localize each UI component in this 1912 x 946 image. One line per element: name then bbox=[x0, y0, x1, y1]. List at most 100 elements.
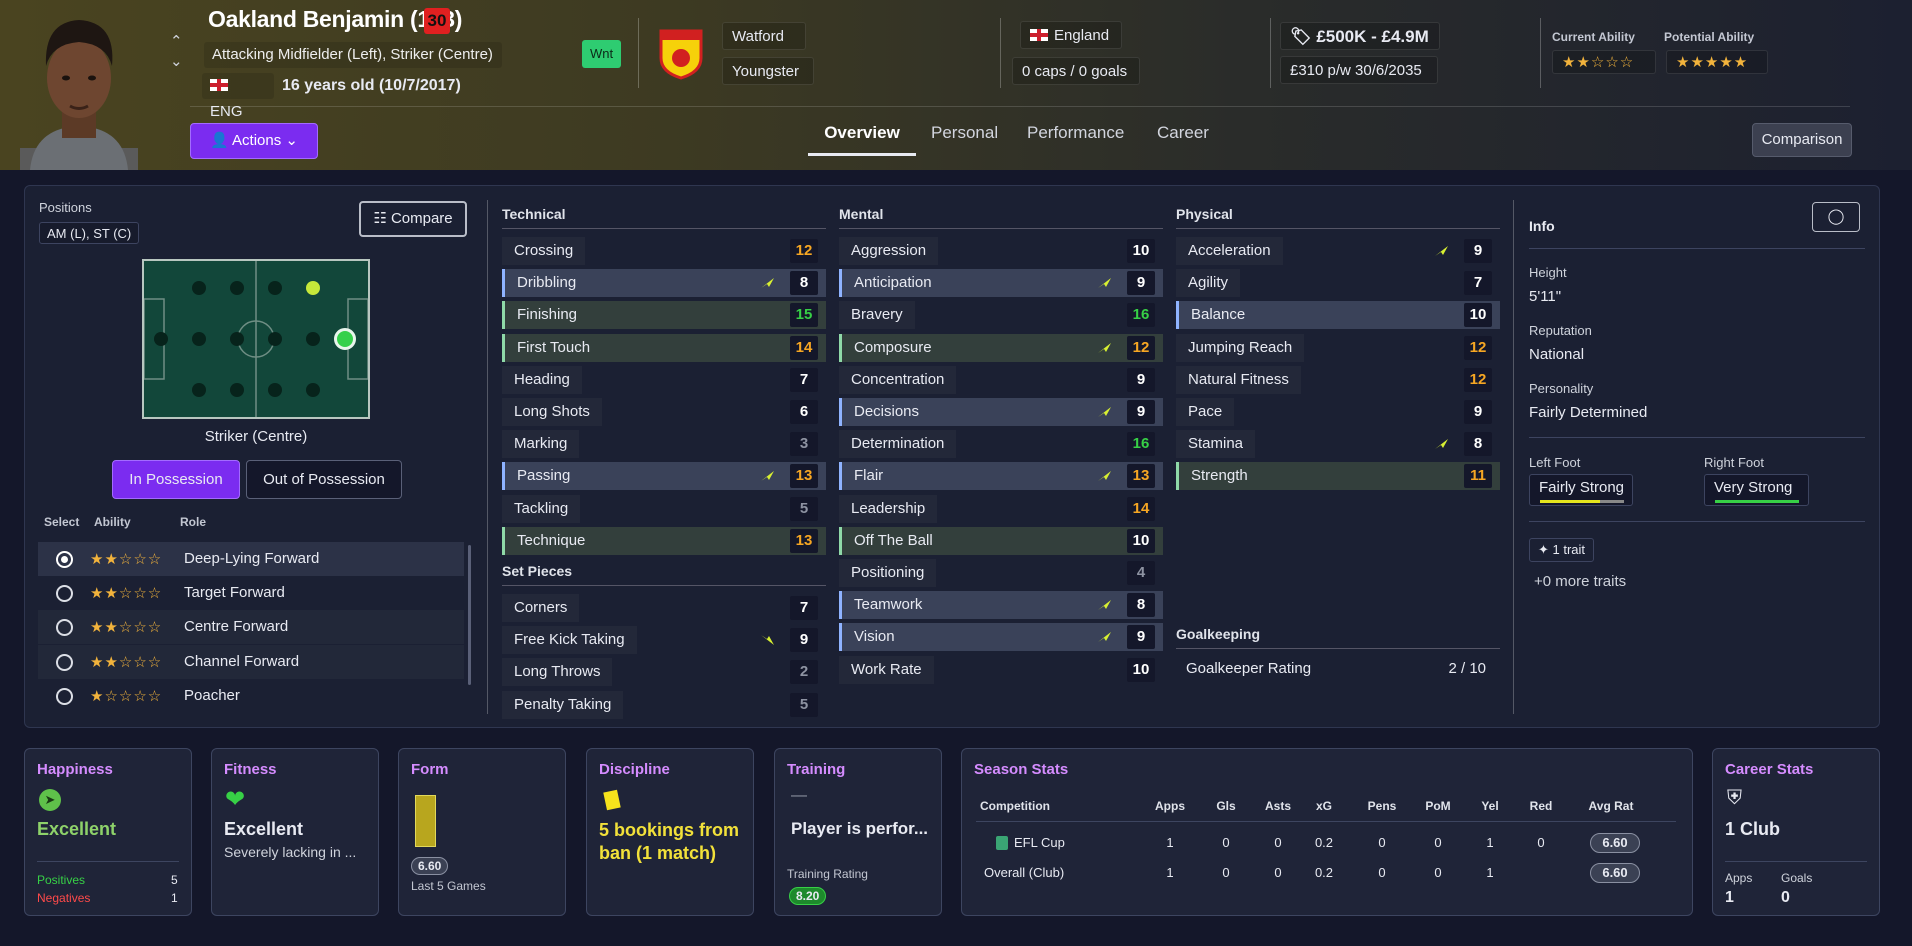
attribute-row[interactable]: Composure 12 bbox=[839, 333, 1163, 362]
position-dot[interactable] bbox=[268, 281, 282, 295]
actions-button[interactable]: 👤 Actions ⌄ bbox=[190, 123, 318, 159]
attribute-row[interactable]: Leadership 14 bbox=[839, 494, 1163, 523]
attribute-row[interactable]: Dribbling 8 bbox=[502, 269, 826, 298]
fitness-card[interactable]: Fitness ❤ Excellent Severely lacking in … bbox=[211, 748, 379, 916]
col-asts: Asts bbox=[1264, 799, 1291, 813]
radio[interactable] bbox=[56, 654, 73, 671]
tab-overview[interactable]: Overview bbox=[808, 120, 916, 156]
tab-performance[interactable]: Performance bbox=[1027, 120, 1124, 156]
attribute-name: Leadership bbox=[839, 494, 938, 523]
position-dot[interactable] bbox=[268, 332, 282, 346]
attribute-row[interactable]: Natural Fitness 12 bbox=[1176, 365, 1500, 394]
career-stats-card[interactable]: Career Stats ⛨ 1 Club Apps 1 Goals 0 bbox=[1712, 748, 1880, 916]
tab-personal[interactable]: Personal bbox=[931, 120, 998, 156]
compare-button[interactable]: ☷ Compare bbox=[359, 201, 467, 237]
wanted-badge[interactable]: Wnt bbox=[582, 40, 622, 68]
attribute-row[interactable]: Pace 9 bbox=[1176, 398, 1500, 426]
season-stats-card[interactable]: Season Stats Competition Apps Gls Asts x… bbox=[961, 748, 1693, 916]
position-dot[interactable] bbox=[192, 281, 206, 295]
transfer-value[interactable]: 🏷 £500K - £4.9M bbox=[1280, 22, 1440, 50]
attribute-row[interactable]: Flair 13 bbox=[839, 462, 1163, 491]
nationality-chip[interactable]: ENG bbox=[202, 73, 274, 120]
club-name[interactable]: Watford bbox=[722, 22, 806, 50]
tab-career[interactable]: Career bbox=[1157, 120, 1209, 156]
attribute-row[interactable]: Crossing 12 bbox=[502, 237, 826, 265]
position-dot[interactable] bbox=[306, 383, 320, 397]
attribute-row[interactable]: Bravery 16 bbox=[839, 301, 1163, 330]
role-row[interactable]: ★★☆☆☆ Target Forward bbox=[38, 576, 464, 610]
attribute-row[interactable]: Jumping Reach 12 bbox=[1176, 333, 1500, 362]
attribute-row[interactable]: Finishing 15 bbox=[502, 301, 826, 330]
attribute-row[interactable]: Agility 7 bbox=[1176, 269, 1500, 298]
attribute-row[interactable]: Marking 3 bbox=[502, 430, 826, 459]
attribute-row[interactable]: Long Shots 6 bbox=[502, 398, 826, 426]
position-dot[interactable] bbox=[192, 383, 206, 397]
attribute-row[interactable]: Passing 13 bbox=[502, 462, 826, 491]
country-chip[interactable]: England bbox=[1020, 21, 1122, 49]
position-dot[interactable] bbox=[230, 332, 244, 346]
attribute-row[interactable]: Anticipation 9 bbox=[839, 269, 1163, 298]
role-row[interactable]: ★★☆☆☆ Channel Forward bbox=[38, 645, 464, 679]
radio[interactable] bbox=[56, 585, 73, 602]
position-dot[interactable] bbox=[154, 332, 168, 346]
attribute-row[interactable]: Long Throws 2 bbox=[502, 658, 826, 687]
attribute-row[interactable]: Vision 9 bbox=[839, 623, 1163, 652]
attribute-row[interactable]: Teamwork 8 bbox=[839, 591, 1163, 620]
role-row[interactable]: ★☆☆☆☆ Poacher bbox=[38, 679, 464, 713]
role-row[interactable]: ★★☆☆☆ Deep-Lying Forward bbox=[38, 542, 464, 576]
position-dot-striker-selected[interactable] bbox=[334, 328, 356, 350]
attribute-row[interactable]: Tackling 5 bbox=[502, 494, 826, 523]
training-card[interactable]: Training — Player is perfor... Training … bbox=[774, 748, 942, 916]
position-pitch[interactable] bbox=[142, 259, 370, 419]
competition-name[interactable]: Overall (Club) bbox=[984, 865, 1134, 880]
attribute-row[interactable]: Off The Ball 10 bbox=[839, 526, 1163, 555]
attribute-row[interactable]: Positioning 4 bbox=[839, 559, 1163, 587]
attribute-row[interactable]: Strength 11 bbox=[1176, 462, 1500, 491]
attribute-row[interactable]: Determination 16 bbox=[839, 430, 1163, 459]
position-dot[interactable] bbox=[268, 383, 282, 397]
radio[interactable] bbox=[56, 619, 73, 636]
in-possession-button[interactable]: In Possession bbox=[112, 460, 240, 499]
attribute-value: 9 bbox=[1127, 400, 1155, 424]
attribute-row[interactable]: Heading 7 bbox=[502, 365, 826, 394]
radio[interactable] bbox=[56, 688, 73, 705]
position-dot[interactable] bbox=[230, 383, 244, 397]
role-row[interactable]: ★★☆☆☆ Centre Forward bbox=[38, 610, 464, 644]
attribute-row[interactable]: Balance 10 bbox=[1176, 301, 1500, 330]
radio-selected[interactable] bbox=[56, 551, 73, 568]
traits-chip[interactable]: ✦ 1 trait bbox=[1529, 538, 1595, 562]
discipline-card[interactable]: Discipline 5 bookings from ban (1 match) bbox=[586, 748, 754, 916]
happiness-card[interactable]: Happiness ➤ Excellent Positives 5 Negati… bbox=[24, 748, 192, 916]
attribute-row[interactable]: First Touch 14 bbox=[502, 333, 826, 362]
comparison-button[interactable]: Comparison bbox=[1752, 123, 1852, 157]
more-traits-link[interactable]: +0 more traits bbox=[1534, 573, 1626, 590]
position-dot[interactable] bbox=[306, 332, 320, 346]
attribute-row[interactable]: Acceleration 9 bbox=[1176, 237, 1500, 265]
trend-up-icon bbox=[1435, 246, 1448, 256]
watford-crest-icon[interactable] bbox=[658, 28, 704, 80]
attribute-row[interactable]: Aggression 10 bbox=[839, 237, 1163, 265]
roles-scrollbar[interactable] bbox=[468, 545, 471, 685]
position-dot[interactable] bbox=[230, 281, 244, 295]
competition-name[interactable]: EFL Cup bbox=[1014, 835, 1164, 850]
attribute-row[interactable]: Technique 13 bbox=[502, 526, 826, 555]
out-of-possession-button[interactable]: Out of Possession bbox=[246, 460, 402, 499]
attribute-row[interactable]: Stamina 8 bbox=[1176, 430, 1500, 459]
position-dot-am-left[interactable] bbox=[306, 281, 320, 295]
form-card[interactable]: Form 6.60 Last 5 Games bbox=[398, 748, 566, 916]
trend-up-icon bbox=[1098, 342, 1111, 353]
attribute-row[interactable]: Work Rate 10 bbox=[839, 655, 1163, 684]
player-profile-icon[interactable]: ◯ bbox=[1812, 202, 1860, 232]
previous-player-icon[interactable]: ⌃ bbox=[170, 32, 183, 50]
attribute-row[interactable]: Decisions 9 bbox=[839, 398, 1163, 426]
attribute-row[interactable]: Corners 7 bbox=[502, 594, 826, 622]
attribute-name: Positioning bbox=[839, 559, 937, 587]
position-dot[interactable] bbox=[192, 332, 206, 346]
attribute-name: Vision bbox=[854, 628, 895, 646]
attribute-row[interactable]: Concentration 9 bbox=[839, 365, 1163, 394]
compare-icon: ☷ bbox=[373, 210, 391, 227]
attribute-row[interactable]: Free Kick Taking 9 bbox=[502, 626, 826, 655]
next-player-icon[interactable]: ⌄ bbox=[170, 52, 183, 70]
role-name: Poacher bbox=[184, 687, 240, 704]
attribute-row[interactable]: Penalty Taking 5 bbox=[502, 690, 826, 719]
